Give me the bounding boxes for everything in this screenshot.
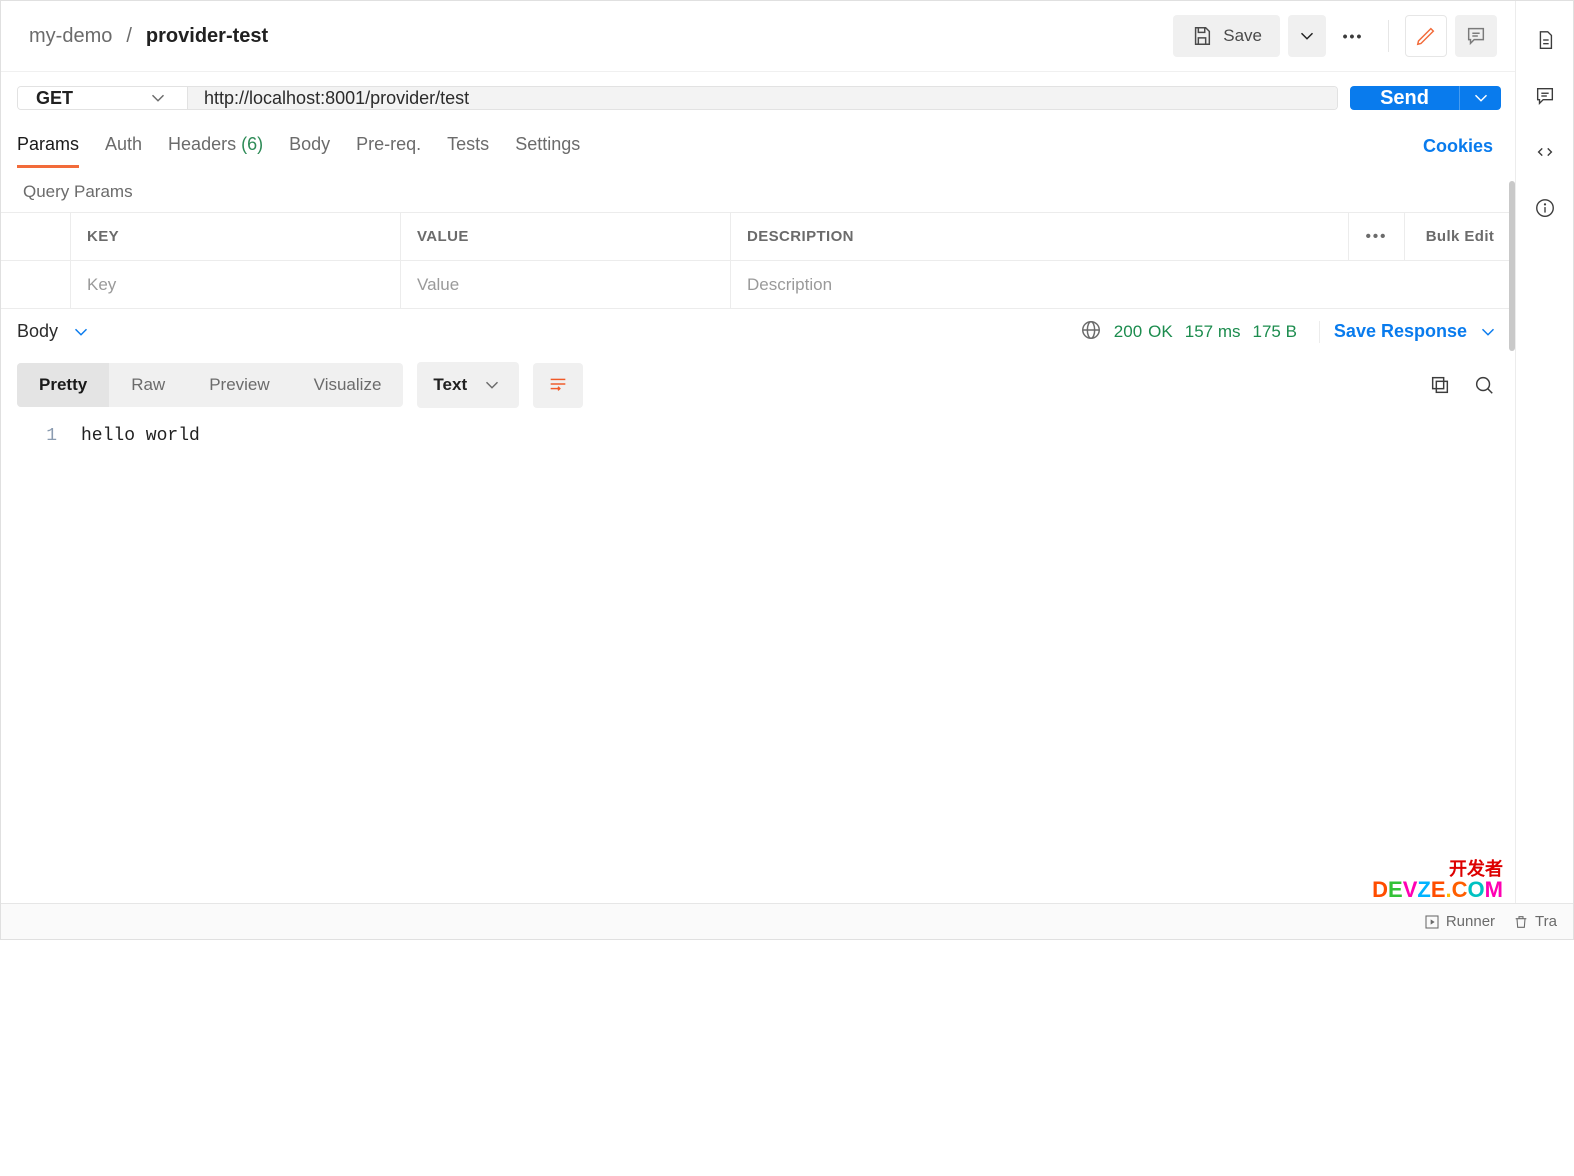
comment-icon <box>1534 85 1556 107</box>
response-body-dropdown[interactable]: Body <box>17 321 92 343</box>
runner-button[interactable]: Runner <box>1424 913 1495 930</box>
chevron-down-icon <box>147 87 169 109</box>
save-dropdown[interactable] <box>1288 15 1326 57</box>
scrollbar[interactable] <box>1509 181 1515 351</box>
view-tab-visualize[interactable]: Visualize <box>292 363 404 407</box>
chevron-down-icon <box>70 321 92 343</box>
status-bar: Runner Tra <box>1 903 1515 939</box>
breadcrumb: my-demo / provider-test <box>29 25 268 48</box>
globe-icon <box>1080 319 1102 341</box>
search-response-button[interactable] <box>1469 370 1499 400</box>
breadcrumb-sep: / <box>126 25 132 48</box>
tab-body[interactable]: Body <box>289 124 330 165</box>
chevron-down-icon <box>1296 25 1318 47</box>
param-value-input[interactable] <box>417 275 714 295</box>
search-icon <box>1473 374 1495 396</box>
param-row-toggle[interactable] <box>1 261 71 308</box>
response-size[interactable]: 175 B <box>1252 322 1296 342</box>
edit-button[interactable] <box>1405 15 1447 57</box>
response-status[interactable]: 200 OK <box>1114 322 1173 342</box>
runner-label: Runner <box>1446 913 1495 930</box>
section-title-query-params: Query Params <box>1 168 1515 212</box>
content-type-select[interactable]: Text <box>417 362 519 408</box>
breadcrumb-request[interactable]: provider-test <box>146 25 268 48</box>
params-select-all[interactable] <box>1 213 71 260</box>
document-icon <box>1534 29 1556 51</box>
save-icon <box>1191 25 1213 47</box>
rail-code-button[interactable] <box>1530 137 1560 167</box>
http-method-label: GET <box>36 88 73 109</box>
comment-button[interactable] <box>1455 15 1497 57</box>
params-options-button[interactable]: ••• <box>1349 213 1405 260</box>
request-header: my-demo / provider-test Save ••• <box>1 1 1515 72</box>
view-tab-pretty[interactable]: Pretty <box>17 363 109 407</box>
url-input[interactable] <box>188 87 1337 109</box>
tab-params[interactable]: Params <box>17 124 79 168</box>
tab-headers-label: Headers <box>168 134 236 154</box>
param-key-input[interactable] <box>87 275 384 295</box>
save-response-label: Save Response <box>1334 321 1467 342</box>
trash-button[interactable]: Tra <box>1513 913 1515 930</box>
save-response-button[interactable]: Save Response <box>1319 321 1499 343</box>
comment-icon <box>1465 25 1487 47</box>
params-header-desc: DESCRIPTION <box>731 213 1349 260</box>
copy-icon <box>1429 374 1451 396</box>
tab-auth[interactable]: Auth <box>105 124 142 165</box>
view-tab-preview[interactable]: Preview <box>187 363 291 407</box>
wrap-icon <box>547 373 569 395</box>
tab-headers[interactable]: Headers (6) <box>168 124 263 165</box>
divider <box>1388 20 1389 52</box>
chevron-down-icon <box>1477 321 1499 343</box>
play-icon <box>1424 914 1440 930</box>
tab-settings[interactable]: Settings <box>515 124 580 165</box>
line-number: 1 <box>1 426 81 446</box>
tab-tests[interactable]: Tests <box>447 124 489 165</box>
more-options-button[interactable]: ••• <box>1334 15 1372 57</box>
rail-info-button[interactable] <box>1530 193 1560 223</box>
pencil-icon <box>1415 25 1437 47</box>
info-icon <box>1534 197 1556 219</box>
status-code: 200 <box>1114 322 1142 342</box>
params-table: KEY VALUE DESCRIPTION ••• Bulk Edit <box>1 212 1515 309</box>
trash-icon <box>1513 914 1515 930</box>
wrap-lines-button[interactable] <box>533 363 583 408</box>
response-body[interactable]: 1 hello world <box>1 416 1515 456</box>
view-tab-raw[interactable]: Raw <box>109 363 187 407</box>
response-body-label: Body <box>17 321 58 342</box>
bulk-edit-button[interactable]: Bulk Edit <box>1405 213 1515 260</box>
watermark: DEVZE.COM <box>1372 877 1503 903</box>
tab-headers-count: (6) <box>241 134 263 154</box>
code-icon <box>1534 141 1556 163</box>
send-button[interactable]: Send <box>1350 86 1459 110</box>
rail-comments-button[interactable] <box>1530 81 1560 111</box>
code-line: 1 hello world <box>1 426 1515 446</box>
line-content: hello world <box>81 426 1515 446</box>
params-header-value: VALUE <box>401 213 731 260</box>
params-header-key: KEY <box>71 213 401 260</box>
http-method-select[interactable]: GET <box>18 87 188 109</box>
breadcrumb-workspace[interactable]: my-demo <box>29 25 112 48</box>
save-button-label: Save <box>1223 26 1262 46</box>
save-button[interactable]: Save <box>1173 15 1280 57</box>
cookies-link[interactable]: Cookies <box>1423 136 1499 157</box>
status-text: OK <box>1148 322 1173 342</box>
network-info-button[interactable] <box>1080 319 1102 344</box>
param-desc-input[interactable] <box>747 275 1499 295</box>
response-time[interactable]: 157 ms <box>1185 322 1241 342</box>
right-rail <box>1515 1 1573 939</box>
content-type-label: Text <box>433 375 467 395</box>
send-dropdown[interactable] <box>1459 86 1501 110</box>
copy-response-button[interactable] <box>1425 370 1455 400</box>
chevron-down-icon <box>481 374 503 396</box>
rail-docs-button[interactable] <box>1530 25 1560 55</box>
chevron-down-icon <box>1470 87 1492 109</box>
tab-prereq[interactable]: Pre-req. <box>356 124 421 165</box>
